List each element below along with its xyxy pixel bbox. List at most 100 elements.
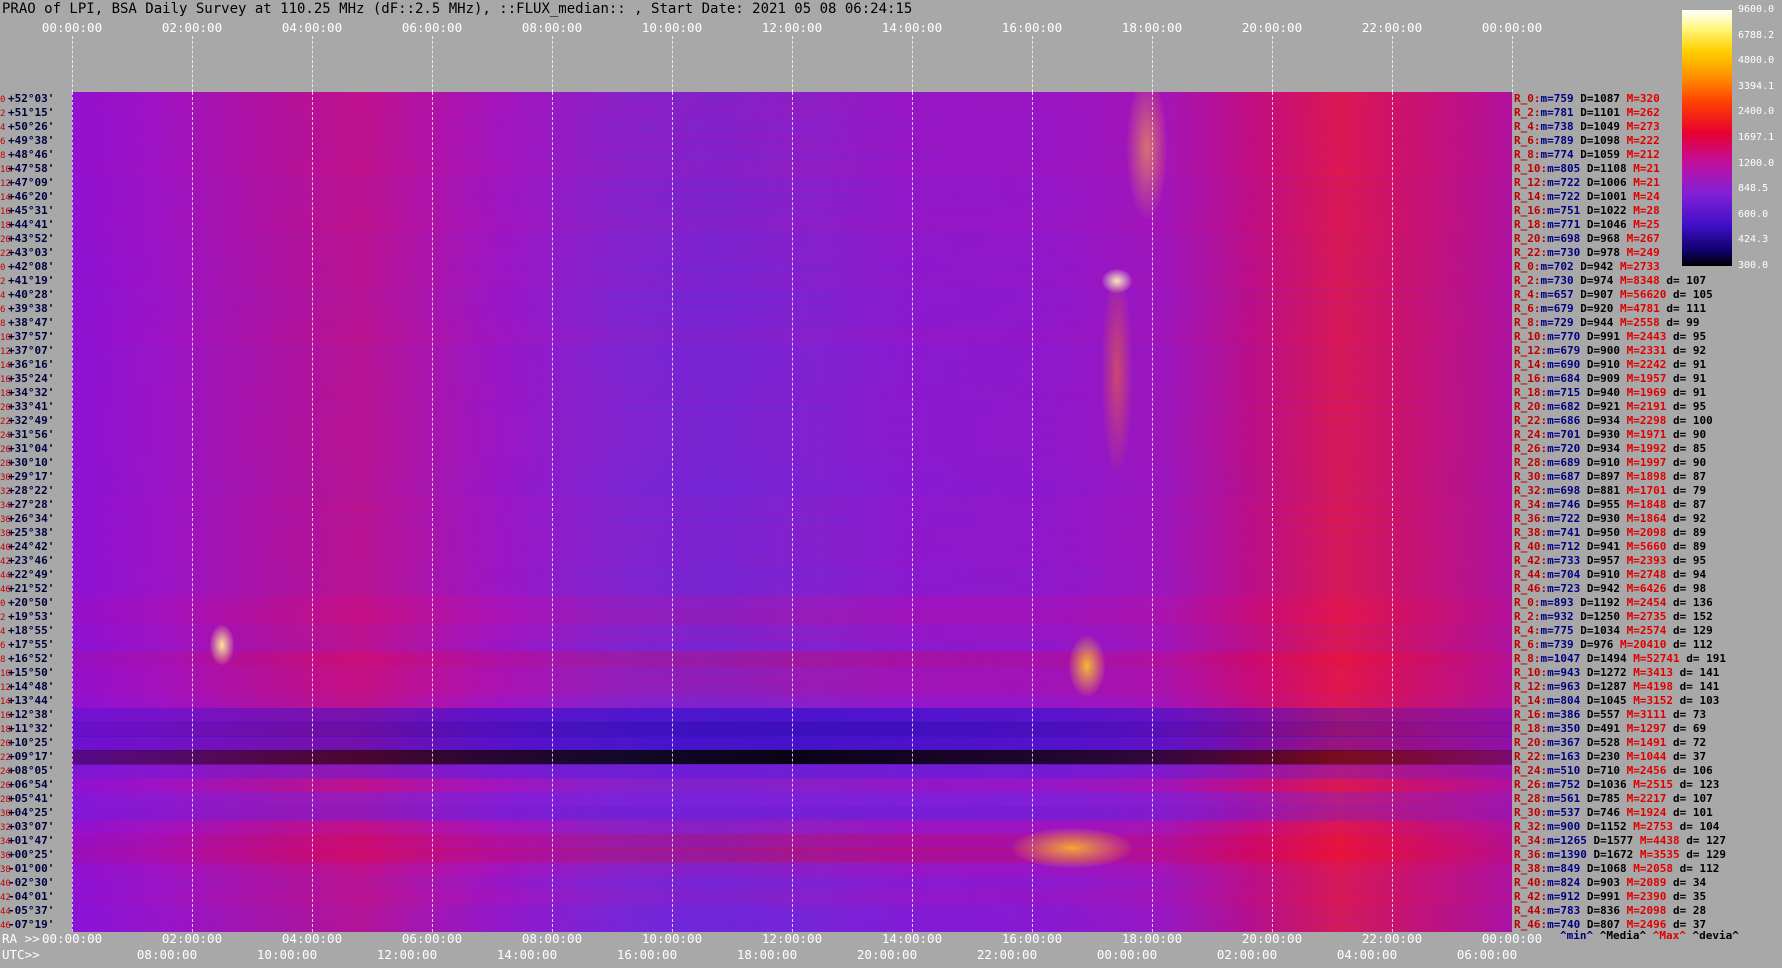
row-stat: R_18:m=771 D=1046 M=25 [1514,219,1660,231]
row-index: 14 [0,361,11,371]
declination-label: 30+04°25' [0,807,54,820]
declination-label: 28+05°41' [0,793,54,806]
stat-value: d= 107 [1659,274,1707,287]
stat-value: d= 136 [1666,596,1713,609]
stat-value: R_40: [1514,540,1548,553]
stat-value: d= 107 [1666,792,1713,805]
stat-value: d= 105 [1666,288,1713,301]
stat-value: m=733 [1547,554,1587,567]
utc-tick-label: 16:00:00 [616,947,678,962]
stat-value: R_0: [1514,260,1541,273]
stat-value: m=738 [1540,120,1581,133]
stat-value: m=657 [1540,288,1581,301]
row-declination: +29°17' [8,470,55,483]
declination-label: 22+32°49' [0,415,54,428]
stat-value: D=909 [1586,372,1627,385]
stat-value: m=698 [1547,484,1587,497]
stat-value: M=8348 [1620,274,1660,287]
row-stat: R_4:m=657 D=907 M=56620 d= 105 [1514,289,1713,301]
row-declination: -05°37' [8,904,55,917]
ra-tick-label: 20:00:00 [1241,931,1303,946]
row-declination: +34°32' [8,386,55,399]
stat-value: D=930 [1586,512,1627,525]
row-stat: R_22:m=163 D=230 M=1044 d= 37 [1514,751,1706,763]
stat-value: D=836 [1586,904,1627,917]
stat-value: d= 129 [1666,624,1713,637]
declination-label: 6 +49°38' [0,135,54,148]
declination-label: 36+00°25' [0,849,54,862]
stat-value: m=720 [1547,442,1587,455]
declination-label: 4 +18°55' [0,625,54,638]
stat-value: R_8: [1514,652,1541,665]
stat-value: M=24 [1633,190,1660,203]
row-stat: R_8:m=729 D=944 M=2558 d= 99 [1514,317,1700,329]
top-gridline [1272,36,1273,92]
row-index: 40 [0,543,11,553]
stat-value: M=2735 [1626,610,1667,623]
stat-value: M=1297 [1626,722,1667,735]
stat-value: m=751 [1547,204,1587,217]
stat-value: m=900 [1547,820,1587,833]
stat-value: M=2058 [1633,862,1673,875]
gridline [792,92,793,932]
row-stat: R_14:m=722 D=1001 M=24 [1514,191,1660,203]
stat-value: m=690 [1547,358,1587,371]
stat-value: M=320 [1626,92,1660,105]
stat-value: m=704 [1547,568,1587,581]
top-gridline [912,36,913,92]
row-index: 16 [0,207,11,217]
stat-value: D=900 [1586,344,1627,357]
declination-label: 20+10°25' [0,737,54,750]
stat-value: D=746 [1586,806,1627,819]
row-declination: +32°49' [8,414,55,427]
utc-tick-label: 06:00:00 [1456,947,1518,962]
stat-value: R_16: [1514,372,1548,385]
stat-value: D=1272 [1586,666,1634,679]
stat-value: R_0: [1514,92,1541,105]
stat-value: M=28 [1633,204,1660,217]
stat-value: D=974 [1580,274,1620,287]
stat-value: D=1192 [1580,596,1627,609]
top-gridline [552,36,553,92]
chart-title: PRAO of LPI, BSA Daily Survey at 110.25 … [2,1,913,17]
row-stat: R_46:m=723 D=942 M=6426 d= 98 [1514,583,1706,595]
stat-value: D=1022 [1586,204,1634,217]
row-declination: +38°47' [8,316,55,329]
row-index: 12 [0,347,11,357]
utc-tick-label: 02:00:00 [1216,947,1278,962]
stat-value: d= 141 [1672,666,1720,679]
declination-label: 40+24°42' [0,541,54,554]
row-index: 8 [0,655,6,665]
row-index: 8 [0,319,6,329]
declination-label: 18+34°32' [0,387,54,400]
stat-value: M=2748 [1626,568,1667,581]
stat-value: d= 91 [1666,358,1707,371]
stat-value: M=3535 [1639,848,1680,861]
stat-value: d= 73 [1666,708,1707,721]
gridline [1152,92,1153,932]
stat-value: D=955 [1586,498,1627,511]
row-declination: +52°03' [8,92,55,105]
stat-value: m=759 [1540,92,1581,105]
row-stat: R_8:m=774 D=1059 M=212 [1514,149,1660,161]
utc-tick-label: 22:00:00 [976,947,1038,962]
declination-label: 10+47°58' [0,163,54,176]
stat-value: R_10: [1514,162,1548,175]
stat-value: m=723 [1547,582,1587,595]
row-declination: +10°25' [8,736,55,749]
stat-value: R_6: [1514,302,1541,315]
row-declination: +44°41' [8,218,55,231]
stat-value: d= 129 [1679,848,1726,861]
declination-label: 0 +52°03' [0,93,54,106]
stat-value: D=1494 [1586,652,1634,665]
stat-value: d= 37 [1666,750,1707,763]
utc-tick-label: 12:00:00 [376,947,438,962]
row-stat: R_10:m=805 D=1108 M=21 [1514,163,1660,175]
top-gridline [72,36,73,92]
stat-value: R_32: [1514,820,1548,833]
stat-value: D=710 [1586,764,1627,777]
bright-source [1069,636,1105,696]
stat-value: m=1265 [1547,834,1594,847]
stat-value: d= 90 [1666,456,1707,469]
stat-value: m=722 [1547,176,1587,189]
